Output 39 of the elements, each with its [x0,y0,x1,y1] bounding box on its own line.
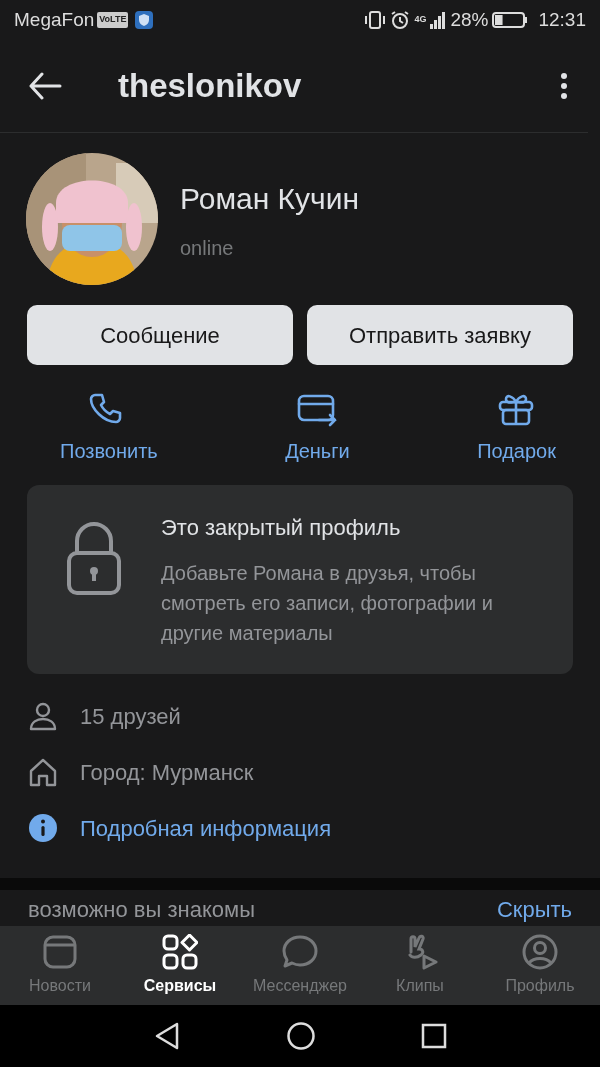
online-status: online [180,235,235,261]
profile-name: Роман Кучин [180,180,360,217]
news-icon [42,933,78,970]
user-icon [522,933,558,970]
signal-icon [430,10,447,30]
shield-icon [134,10,155,30]
section-title: возможно вы знакомы [28,898,255,924]
home-nav-icon[interactable] [286,1021,316,1051]
battery-percent: 28% [450,7,489,32]
card-arrow-icon [297,392,338,428]
nav-tab[interactable]: Сервисы [120,926,240,1005]
money-button[interactable]: Деньги [279,391,356,467]
lock-icon [65,521,123,597]
page-title: theslonikov [118,66,303,106]
recents-nav-icon[interactable] [421,1023,448,1049]
hide-link[interactable]: Скрыть [496,898,572,926]
more-icon[interactable] [560,72,568,100]
back-arrow-icon[interactable] [28,72,62,100]
carrier-name: MegaFon [14,7,95,32]
info-icon [28,813,58,843]
volte-badge: VoLTE [97,12,129,28]
notice-title: Это закрытый профиль [161,514,402,542]
call-button[interactable]: Позвонить [54,391,164,467]
notice-text: Добавьте Романа в друзья, чтобы смотреть его записи, фотографии и другие материалы [161,561,494,646]
grid-icon [162,933,198,970]
clock: 12:31 [538,7,586,32]
home-icon [28,757,58,787]
alarm-icon [390,10,411,30]
person-icon [28,701,58,731]
info-text: 15 друзей [80,702,181,731]
gift-button[interactable]: Подарок [471,391,562,467]
network-label: 4G [414,13,427,27]
friend-request-button[interactable]: Отправить заявку [307,305,573,365]
vibrate-icon [364,10,387,30]
info-text: Город: Мурманск [80,758,254,787]
message-button[interactable]: Сообщение [27,305,293,365]
details-link[interactable]: Подробная информация [80,811,332,845]
battery-icon [492,10,529,30]
chat-bubble-icon [282,933,318,970]
